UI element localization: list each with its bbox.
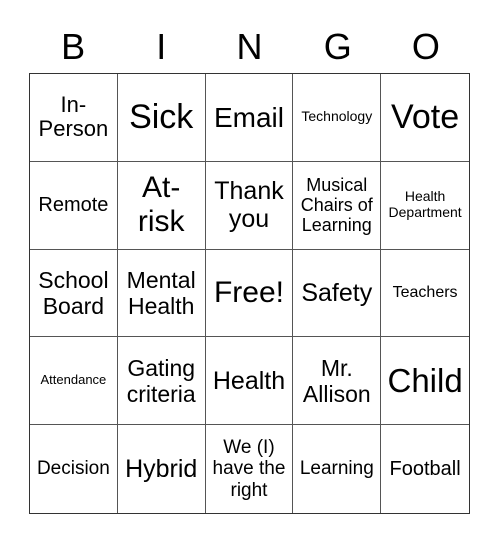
header-letter-i: I — [156, 26, 167, 67]
bingo-cell[interactable]: Child — [381, 337, 469, 426]
bingo-cell[interactable]: Technology — [293, 74, 382, 162]
header-letter-g: G — [323, 26, 352, 67]
bingo-cell[interactable]: Health Department — [381, 162, 469, 250]
bingo-cell[interactable]: Teachers — [381, 250, 469, 338]
bingo-cell[interactable]: Health — [205, 337, 294, 426]
bingo-cell[interactable]: Mental Health — [117, 249, 206, 338]
bingo-cell[interactable]: Thank you — [205, 161, 294, 250]
header-letter-b: B — [61, 26, 86, 67]
header-letter-o: O — [411, 26, 440, 67]
bingo-cell[interactable]: Gating criteria — [117, 337, 206, 426]
bingo-grid: In-Person Sick Email Technology Vote Rem… — [29, 73, 470, 514]
bingo-cell[interactable]: Safety — [293, 249, 382, 338]
bingo-cell free-space[interactable]: Free! — [205, 249, 294, 338]
bingo-cell[interactable]: Musical Chairs of Learning — [293, 161, 382, 250]
bingo-cell[interactable]: Email — [205, 74, 294, 162]
bingo-cell[interactable]: Hybrid — [118, 425, 206, 513]
bingo-cell[interactable]: School Board — [30, 249, 118, 338]
bingo-cell[interactable]: Mr. Allison — [293, 337, 382, 426]
bingo-header: B I N G O — [29, 22, 470, 72]
bingo-cell[interactable]: Remote — [30, 161, 118, 250]
bingo-cell[interactable]: Decision — [30, 425, 118, 513]
bingo-cell[interactable]: Attendance — [30, 337, 118, 426]
bingo-cell[interactable]: At-risk — [117, 161, 206, 250]
header-letter-n: N — [236, 26, 263, 67]
bingo-cell[interactable]: Vote — [381, 74, 469, 162]
bingo-cell[interactable]: Sick — [117, 74, 206, 162]
bingo-cell[interactable]: We (I) have the right — [206, 425, 294, 513]
bingo-cell[interactable]: In-Person — [30, 74, 118, 162]
bingo-cell[interactable]: Football — [381, 425, 469, 513]
bingo-cell[interactable]: Learning — [293, 425, 382, 513]
